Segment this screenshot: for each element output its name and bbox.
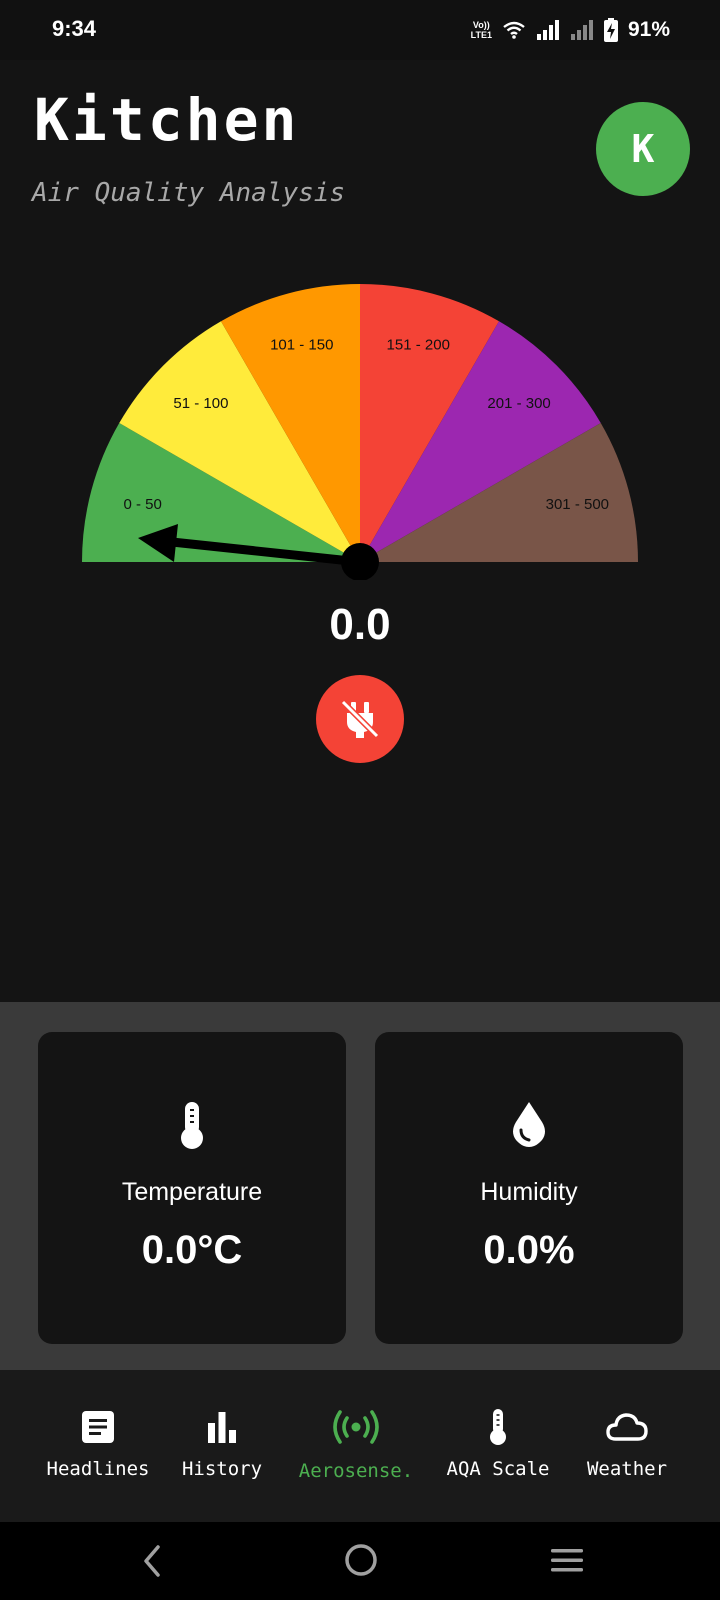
temperature-label: Temperature xyxy=(121,1178,263,1206)
nav-history-label: History xyxy=(181,1458,263,1480)
volte-indicator: Vo)) LTE1 xyxy=(471,20,492,40)
humidity-icon-wrap xyxy=(375,1100,683,1148)
nav-aqa-scale-label: AQA Scale xyxy=(446,1458,550,1480)
gauge-segment-label: 301 - 500 xyxy=(546,496,609,513)
status-indicators: Vo)) LTE1 91% xyxy=(471,14,670,46)
nav-weather-label: Weather xyxy=(586,1458,668,1480)
page-subtitle: Air Quality Analysis xyxy=(32,178,346,208)
humidity-card[interactable]: Humidity 0.0% xyxy=(375,1032,683,1344)
battery-charging-icon xyxy=(603,18,618,42)
signal-strength-icon xyxy=(536,20,559,40)
aqi-value: 0.0 xyxy=(329,600,391,649)
water-drop-icon xyxy=(513,1102,545,1147)
signal-strength-sim2-icon xyxy=(570,20,593,40)
temperature-card[interactable]: Temperature 0.0°C xyxy=(38,1032,346,1344)
nav-headlines-label: Headlines xyxy=(46,1458,150,1480)
wifi-icon xyxy=(503,21,525,39)
avatar[interactable]: K xyxy=(596,102,690,196)
bar-chart-icon xyxy=(208,1412,236,1443)
status-time: 9:34 xyxy=(52,16,97,41)
temperature-icon-wrap xyxy=(38,1100,346,1150)
system-navigation-bar xyxy=(0,1522,720,1600)
gauge-segment-label: 151 - 200 xyxy=(387,337,450,354)
cloud-icon xyxy=(606,1413,648,1441)
bottom-navigation: Headlines History Aerosense. AQA Scale W… xyxy=(0,1370,720,1522)
gauge-segment-label: 0 - 50 xyxy=(123,496,161,513)
gauge-segments xyxy=(82,284,638,562)
nav-headlines[interactable]: Headlines xyxy=(28,1406,168,1480)
recents-menu-icon[interactable] xyxy=(550,1546,584,1574)
device-disconnected-button[interactable] xyxy=(316,675,404,763)
nav-aerosense[interactable]: Aerosense. xyxy=(286,1406,426,1482)
nav-history-icon-wrap xyxy=(207,1406,237,1448)
gauge-segment-label: 201 - 300 xyxy=(487,395,550,412)
thermometer-icon xyxy=(181,1102,203,1149)
nav-aqa-icon-wrap xyxy=(487,1406,509,1448)
sensor-signal-icon xyxy=(333,1410,379,1444)
volte-label: Vo)) xyxy=(472,20,490,30)
nav-history[interactable]: History xyxy=(152,1406,292,1480)
thermometer-icon xyxy=(490,1409,506,1445)
aqi-gauge: 0 - 50 51 - 100 101 - 150 151 - 200 201 - 30… xyxy=(82,284,638,580)
sensor-cards-section: Temperature 0.0°C Humidity 0.0% xyxy=(0,1002,720,1370)
nav-headlines-icon-wrap xyxy=(81,1406,115,1448)
nav-weather-icon-wrap xyxy=(606,1406,648,1448)
page-title: Kitchen xyxy=(34,86,300,154)
battery-percentage: 91% xyxy=(627,18,670,41)
temperature-value: 0.0°C xyxy=(141,1228,243,1272)
humidity-value: 0.0% xyxy=(483,1228,575,1272)
gauge-segment-label: 101 - 150 xyxy=(270,337,333,354)
humidity-label: Humidity xyxy=(480,1178,578,1206)
lte-label: LTE1 xyxy=(470,30,492,40)
nav-aerosense-label: Aerosense. xyxy=(298,1460,414,1482)
home-icon[interactable] xyxy=(343,1542,379,1578)
status-bar: 9:34 Vo)) LTE1 91% xyxy=(0,0,720,60)
gauge-segment-label: 51 - 100 xyxy=(173,395,228,412)
nav-weather[interactable]: Weather xyxy=(557,1406,697,1480)
app-screen: 9:34 Vo)) LTE1 91% Kitchen Air Quality A… xyxy=(0,0,720,1600)
power-plug-off-icon xyxy=(340,699,380,739)
back-icon[interactable] xyxy=(140,1544,164,1578)
nav-aqa-scale[interactable]: AQA Scale xyxy=(428,1406,568,1480)
article-icon xyxy=(82,1411,114,1443)
nav-aerosense-icon-wrap xyxy=(332,1406,380,1448)
gauge-pivot xyxy=(341,543,379,580)
